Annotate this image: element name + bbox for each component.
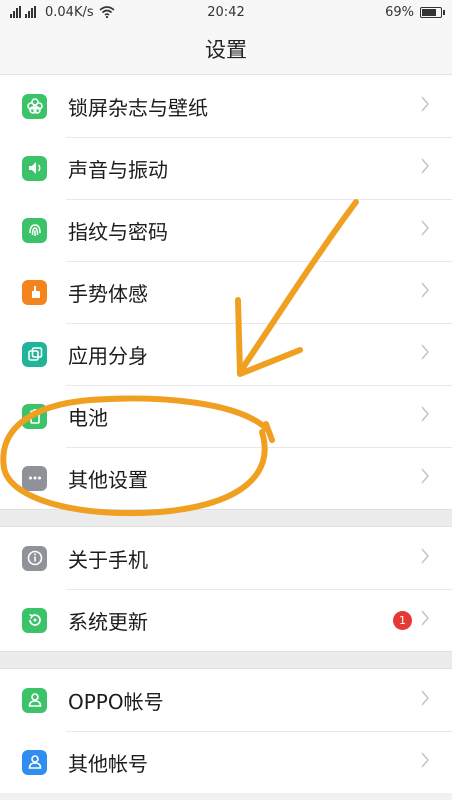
settings-item-fingerprint[interactable]: 指纹与密码 (0, 199, 452, 261)
settings-item-label: 其他设置 (68, 467, 148, 492)
page-title: 设置 (205, 38, 247, 62)
signal-icon (10, 6, 36, 18)
settings-item-info[interactable]: 关于手机 (0, 527, 452, 589)
settings-item-hand-gesture[interactable]: 手势体感 (0, 261, 452, 323)
settings-item-flower[interactable]: 锁屏杂志与壁纸 (0, 75, 452, 137)
chevron-right-icon (420, 548, 430, 568)
chevron-right-icon (420, 690, 430, 710)
user-account-icon (22, 687, 47, 713)
chevron-right-icon (420, 406, 430, 426)
settings-item-label: 关于手机 (68, 547, 148, 572)
chevron-right-icon (420, 96, 430, 116)
hand-gesture-icon (22, 279, 47, 305)
settings-item-label: OPPO帐号 (68, 689, 164, 714)
settings-item-more-dots[interactable]: 其他设置 (0, 447, 452, 509)
chevron-right-icon (420, 344, 430, 364)
settings-item-label: 系统更新 (68, 609, 148, 634)
chevron-right-icon (420, 752, 430, 772)
battery-icon (22, 403, 47, 429)
other-account-icon (22, 749, 47, 775)
settings-item-label: 锁屏杂志与壁纸 (68, 95, 208, 120)
group-separator (0, 509, 452, 527)
settings-item-update[interactable]: 系统更新 1 (0, 589, 452, 651)
wifi-icon (99, 6, 115, 18)
notification-badge: 1 (393, 610, 412, 630)
status-bar: 0.04K/s 20:42 69% (0, 0, 452, 24)
settings-item-label: 电池 (68, 405, 108, 430)
settings-item-label: 应用分身 (68, 343, 148, 368)
chevron-right-icon (420, 220, 430, 240)
group-separator (0, 651, 452, 669)
settings-group: OPPO帐号 其他帐号 (0, 669, 452, 793)
chevron-right-icon (420, 282, 430, 302)
settings-list: 锁屏杂志与壁纸 声音与振动指纹与密码手势体感应用分身电池其他设置关于手机系统更新 1… (0, 75, 452, 793)
battery-icon (420, 6, 445, 18)
title-bar: 设置 (0, 24, 452, 75)
settings-item-speaker[interactable]: 声音与振动 (0, 137, 452, 199)
settings-item-clone-app[interactable]: 应用分身 (0, 323, 452, 385)
more-dots-icon (22, 465, 47, 491)
settings-item-battery[interactable]: 电池 (0, 385, 452, 447)
battery-percent: 69% (385, 4, 414, 20)
clone-app-icon (22, 341, 47, 367)
chevron-right-icon (420, 468, 430, 488)
settings-item-label: 指纹与密码 (68, 219, 168, 244)
settings-item-user-account[interactable]: OPPO帐号 (0, 669, 452, 731)
settings-item-label: 声音与振动 (68, 157, 168, 182)
settings-item-label: 其他帐号 (68, 751, 148, 776)
info-icon (22, 545, 47, 571)
settings-group: 锁屏杂志与壁纸 声音与振动指纹与密码手势体感应用分身电池其他设置 (0, 75, 452, 509)
update-icon (22, 607, 47, 633)
speaker-icon (22, 155, 47, 181)
flower-icon (22, 93, 47, 119)
chevron-right-icon (420, 610, 430, 630)
fingerprint-icon (22, 217, 47, 243)
chevron-right-icon (420, 158, 430, 178)
settings-item-other-account[interactable]: 其他帐号 (0, 731, 452, 793)
settings-item-label: 手势体感 (68, 281, 148, 306)
settings-group: 关于手机系统更新 1 (0, 527, 452, 651)
network-speed: 0.04K/s (45, 4, 94, 20)
